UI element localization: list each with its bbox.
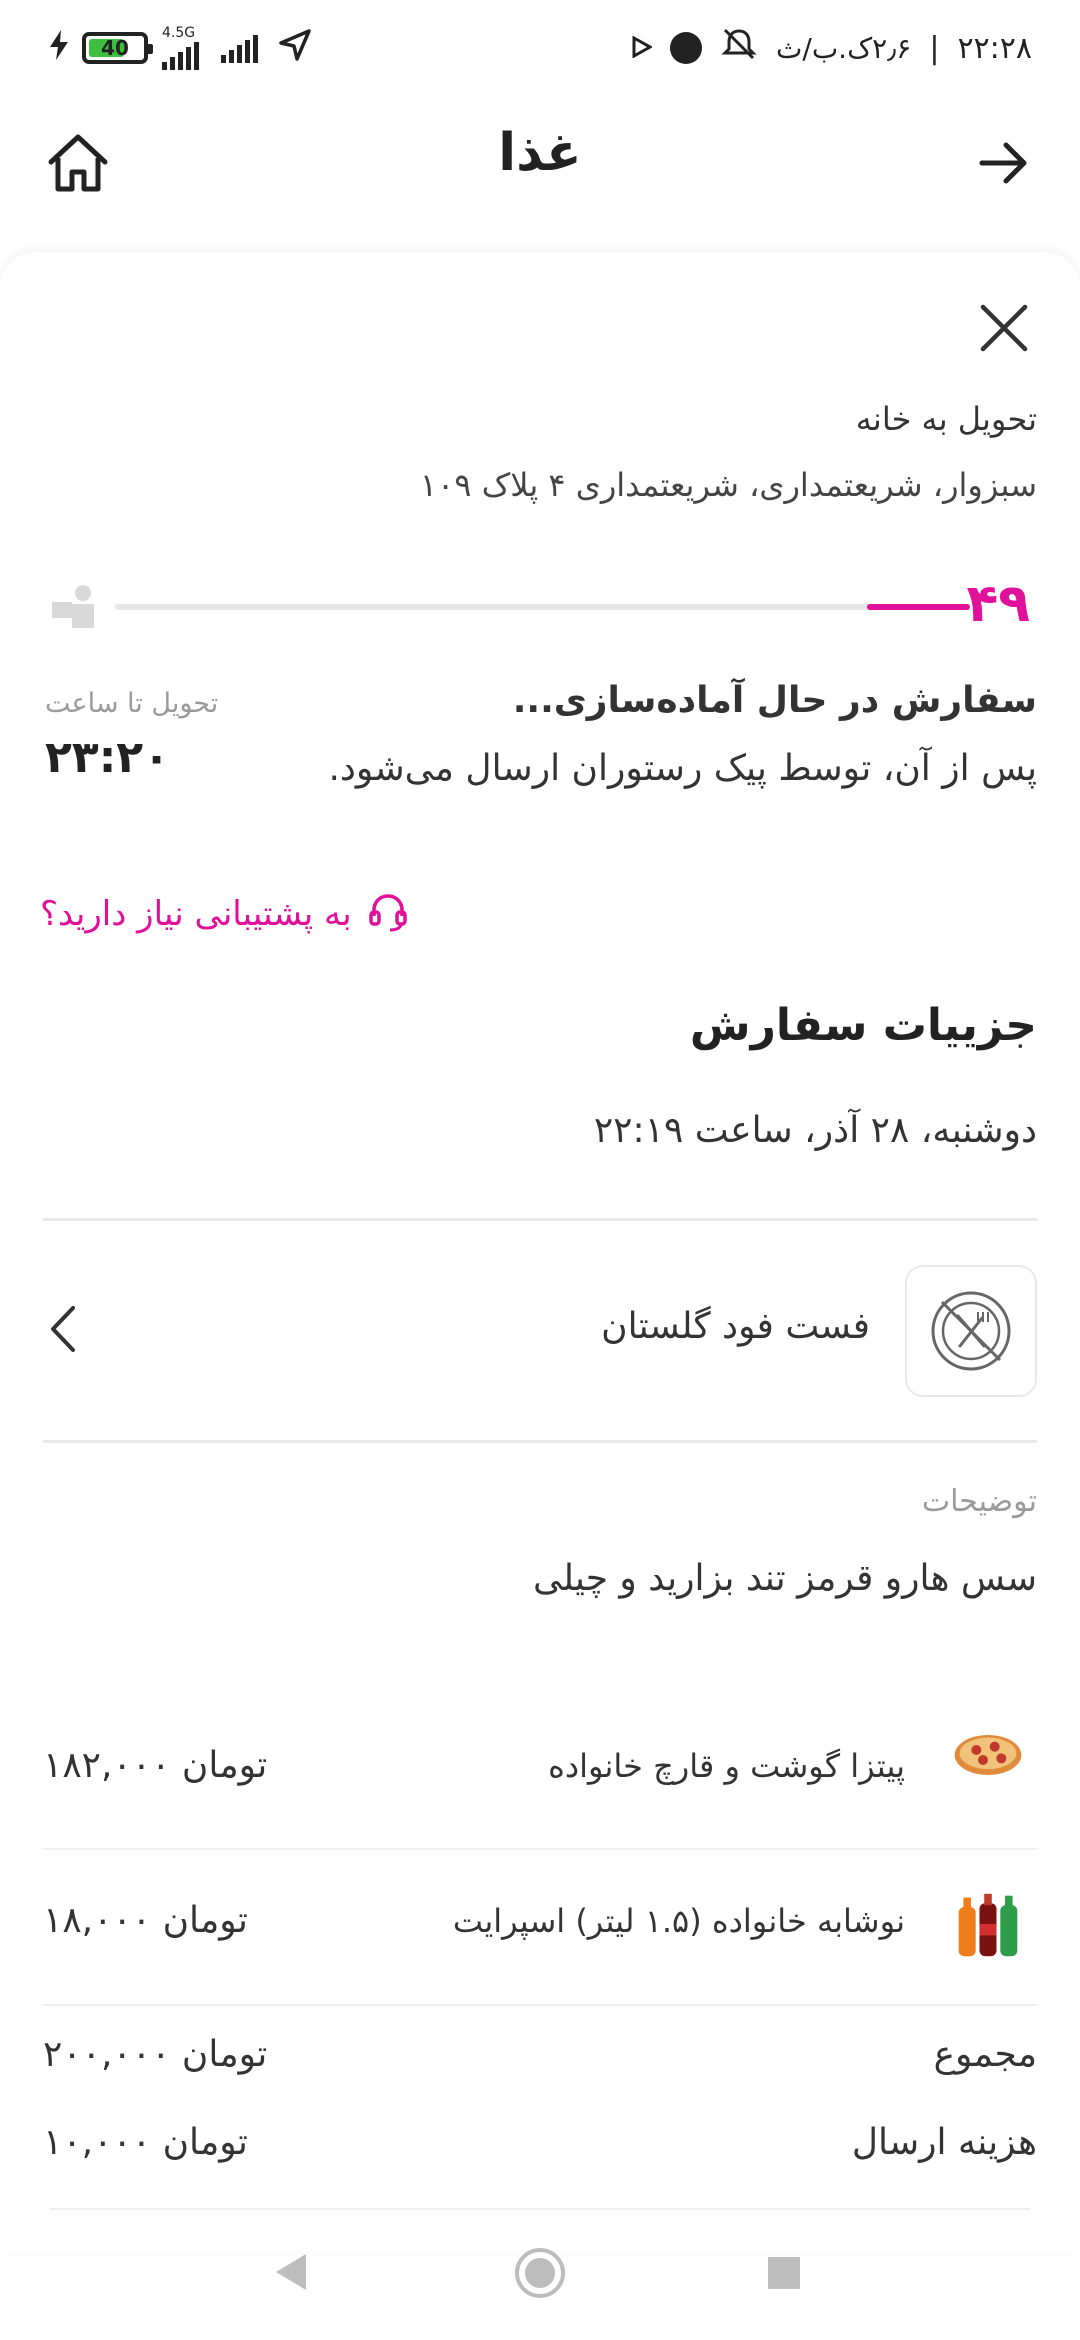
- charging-icon: [50, 30, 68, 66]
- headset-icon: [366, 890, 410, 938]
- nav-recents-icon: [768, 2257, 800, 2289]
- item-name: نوشابه خانواده (۱.۵ لیتر) اسپرایت: [452, 1902, 905, 1940]
- close-icon: [980, 304, 1028, 352]
- nav-back-button[interactable]: [270, 2250, 314, 2298]
- notes-label: توضیحات: [921, 1484, 1037, 1519]
- divider: [43, 2004, 1037, 2006]
- restaurant-row[interactable]: [43, 1240, 1037, 1420]
- delivery-type: تحویل به خانه: [855, 400, 1037, 438]
- order-details-title: جزییات سفارش: [689, 1000, 1037, 1051]
- support-link[interactable]: به پشتیبانی نیاز دارید؟: [40, 890, 410, 938]
- subtotal-label: مجموع: [933, 2034, 1037, 2075]
- pizza-icon: [953, 1720, 1023, 1790]
- status-separator: |: [929, 30, 940, 66]
- nav-home-button[interactable]: [513, 2246, 567, 2304]
- delivery-fee-label: هزینه ارسال: [851, 2122, 1037, 2163]
- nav-home-icon: [515, 2248, 565, 2298]
- status-time: ۲۲:۲۸: [957, 30, 1032, 66]
- soda-bottles-icon: [953, 1890, 1023, 1960]
- signal-icon: [162, 40, 199, 70]
- close-button[interactable]: [964, 288, 1044, 368]
- order-date: دوشنبه، ۲۸ آذر، ساعت ۲۲:۱۹: [593, 1110, 1037, 1151]
- notifications-muted-icon: [720, 25, 758, 71]
- back-button[interactable]: [964, 123, 1044, 203]
- arrow-right-icon: [979, 142, 1027, 184]
- delivery-minutes: ۴۹: [966, 574, 1030, 634]
- courier-icon: [50, 584, 102, 634]
- battery-level: 40: [101, 36, 129, 60]
- chevron-left-icon[interactable]: [48, 1304, 78, 1358]
- delivery-progress-fill: [867, 604, 970, 610]
- signal-icon-2: [221, 33, 258, 63]
- item-price: ۱۸۲,۰۰۰ تومان: [43, 1745, 268, 1786]
- divider: [43, 1848, 1037, 1850]
- restaurant-name: فست فود گلستان: [601, 1306, 870, 1347]
- network-indicator: 4.5G: [162, 26, 199, 70]
- battery-icon: 40: [82, 32, 153, 64]
- status-bar: 40 4.5G ۲۲:۲۸ | ۲٫۶ک.ب/ث: [0, 0, 1080, 95]
- play-icon: [632, 31, 654, 66]
- eta-time: ۲۳:۲۰: [45, 732, 171, 783]
- subtotal-value: ۲۰۰,۰۰۰ تومان: [43, 2034, 268, 2075]
- location-arrow-icon: [278, 28, 312, 68]
- status-bar-right: ۲۲:۲۸ | ۲٫۶ک.ب/ث: [632, 22, 1032, 74]
- network-speed: ۲٫۶ک.ب/ث: [776, 31, 912, 65]
- app-notification-icon: [670, 32, 703, 64]
- network-type: 4.5G: [162, 25, 196, 41]
- delivery-fee-value: ۱۰,۰۰۰ تومان: [43, 2122, 248, 2163]
- divider: [50, 2208, 1030, 2210]
- status-bar-indicators: 40 4.5G: [50, 22, 312, 74]
- restaurant-logo: [905, 1265, 1037, 1397]
- nav-recents-button[interactable]: [766, 2255, 802, 2295]
- support-label: به پشتیبانی نیاز دارید؟: [40, 894, 352, 934]
- order-status-title: سفارش در حال آماده‌سازی...: [512, 680, 1037, 721]
- nav-back-icon: [276, 2254, 306, 2290]
- item-name: پیتزا گوشت و قارچ خانواده: [548, 1747, 905, 1785]
- eta-label: تحویل تا ساعت: [45, 688, 219, 719]
- delivery-address: سبزوار، شریعتمداری، شریعتمداری ۴ پلاک ۱۰…: [419, 466, 1037, 504]
- no-food-icon: [931, 1291, 1011, 1371]
- item-price: ۱۸,۰۰۰ تومان: [43, 1900, 248, 1941]
- delivery-progress-track: [115, 604, 970, 610]
- order-status-subtitle: پس از آن، توسط پیک رستوران ارسال می‌شود.: [328, 748, 1037, 789]
- divider: [43, 1218, 1037, 1221]
- divider: [43, 1440, 1037, 1443]
- page-title: غذا: [498, 123, 582, 183]
- app-header: غذا: [0, 95, 1080, 235]
- notes-text: سس هارو قرمز تند بزارید و چیلی: [532, 1558, 1037, 1599]
